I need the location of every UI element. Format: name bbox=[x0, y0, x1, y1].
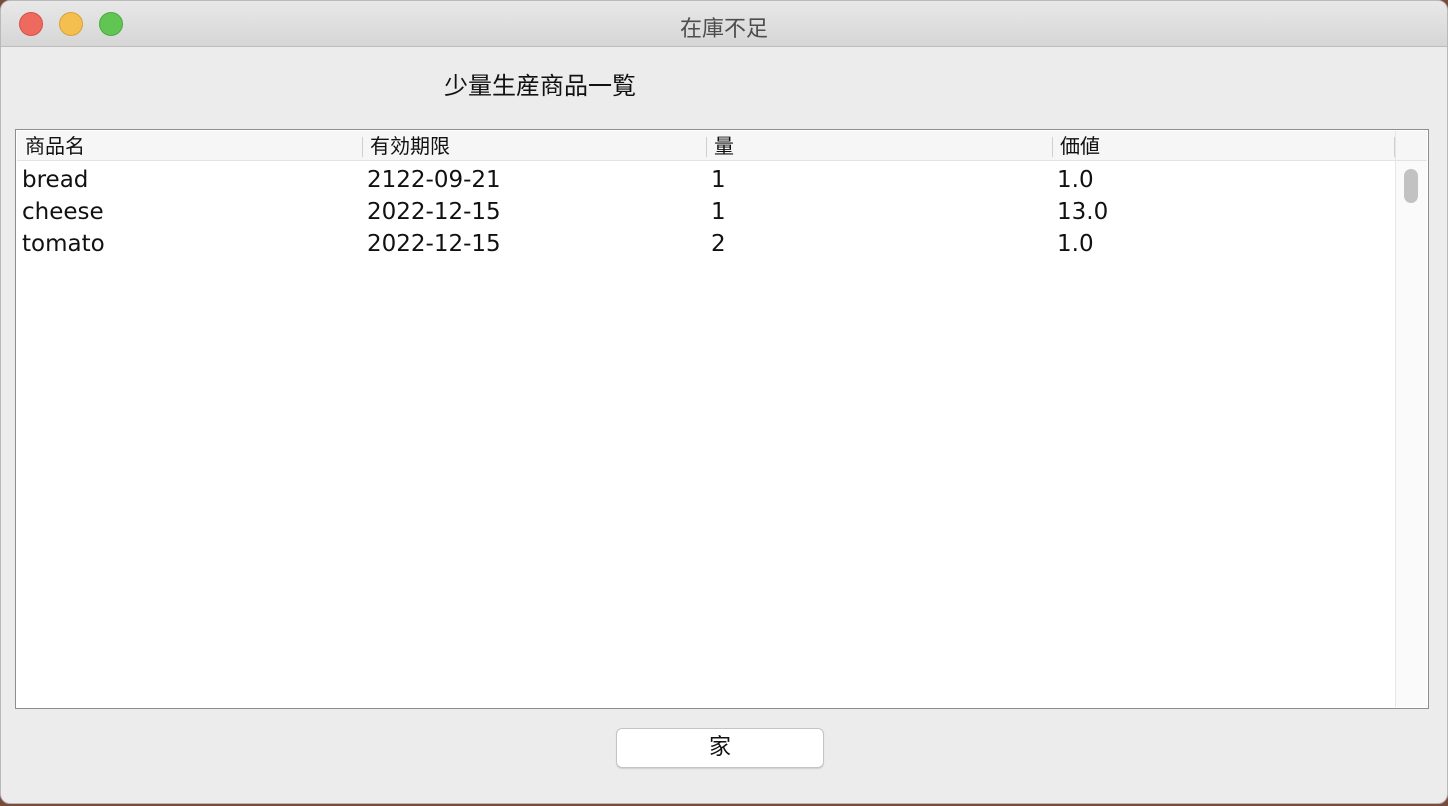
products-table[interactable]: 商品名 有効期限 量 価値 bread 2122-09-21 1 1.0 che… bbox=[15, 129, 1429, 709]
cell-expiry: 2022-12-15 bbox=[367, 231, 501, 257]
cell-value: 1.0 bbox=[1057, 231, 1094, 257]
cell-name: tomato bbox=[22, 231, 105, 257]
vertical-scrollbar[interactable] bbox=[1395, 131, 1427, 707]
cell-value: 13.0 bbox=[1057, 199, 1109, 225]
table-row[interactable]: tomato 2022-12-15 2 1.0 bbox=[17, 228, 1395, 260]
cell-quantity: 1 bbox=[711, 199, 726, 225]
column-header-expiry[interactable]: 有効期限 bbox=[362, 131, 706, 161]
page-heading: 少量生産商品一覧 bbox=[444, 72, 636, 100]
cell-name: cheese bbox=[22, 199, 104, 225]
window-title: 在庫不足 bbox=[679, 17, 768, 42]
cell-expiry: 2122-09-21 bbox=[367, 167, 501, 193]
column-header-quantity[interactable]: 量 bbox=[706, 131, 1052, 161]
table-row[interactable]: cheese 2022-12-15 1 13.0 bbox=[17, 196, 1395, 228]
title-bar[interactable]: 在庫不足 bbox=[1, 1, 1447, 47]
cell-expiry: 2022-12-15 bbox=[367, 199, 501, 225]
scrollbar-thumb[interactable] bbox=[1404, 169, 1418, 203]
cell-name: bread bbox=[22, 167, 89, 193]
column-header-value[interactable]: 価値 bbox=[1052, 131, 1395, 161]
cell-quantity: 2 bbox=[711, 231, 726, 257]
column-header-name[interactable]: 商品名 bbox=[17, 131, 362, 161]
home-button[interactable]: 家 bbox=[616, 728, 824, 768]
cell-quantity: 1 bbox=[711, 167, 726, 193]
header-corner bbox=[1396, 131, 1427, 161]
table-row[interactable]: bread 2122-09-21 1 1.0 bbox=[17, 164, 1395, 196]
cell-value: 1.0 bbox=[1057, 167, 1094, 193]
table-header: 商品名 有効期限 量 価値 bbox=[17, 131, 1395, 161]
app-window: 在庫不足 少量生産商品一覧 商品名 有効期限 量 価値 bread 2122-0… bbox=[0, 0, 1448, 804]
